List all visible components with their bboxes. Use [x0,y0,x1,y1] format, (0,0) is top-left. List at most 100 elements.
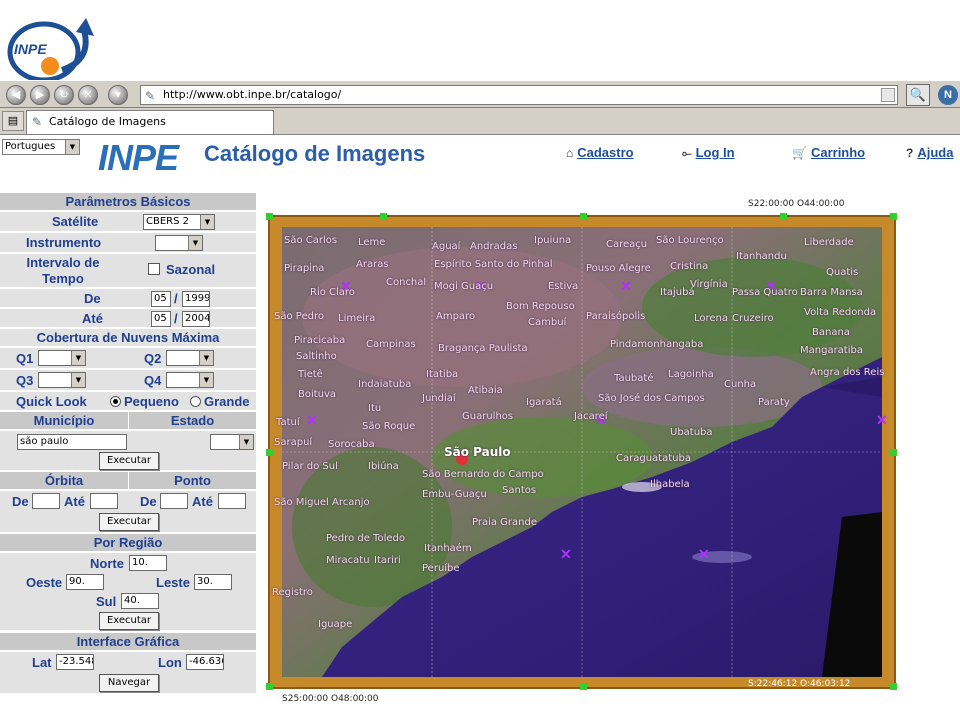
resize-handle[interactable] [266,213,273,220]
estado-select[interactable]: ▼ [210,434,254,450]
city-label: Saltinho [296,351,337,362]
address-bar[interactable]: ✎ http://www.obt.inpe.br/catalogo/ [140,85,898,105]
city-label: Registro [272,587,313,598]
regiao-execute-button[interactable]: Executar [99,612,159,630]
city-label: Conchal [386,277,427,288]
scene-marker-icon[interactable]: ✕ [698,547,710,561]
carrinho-link[interactable]: 🛒 Carrinho [792,145,865,160]
stop-icon[interactable]: ✕ [78,85,98,105]
search-icon[interactable]: 🔍 [906,84,930,106]
city-label: Barra Mansa [800,287,863,298]
resize-handle[interactable] [266,449,273,456]
municipio-input[interactable]: são paulo [17,434,127,450]
city-label: Peruíbe [422,563,460,574]
city-label: Itu [368,403,382,414]
resize-handle[interactable] [890,213,897,220]
address-dropdown[interactable] [881,88,895,102]
resize-handle[interactable] [266,683,273,690]
scene-marker-icon[interactable]: ✕ [620,279,632,293]
city-label: Angra dos Reis [810,367,885,378]
language-value: Portugues [5,141,56,152]
q2-select[interactable]: ▼ [166,350,214,366]
help-icon: ? [906,146,914,160]
resize-handle[interactable] [380,213,387,220]
city-label: Passa Quatro [732,287,798,298]
from-date-row: De 05 / 1999 [0,289,256,308]
leste-input[interactable]: 30. [194,574,232,590]
seasonal-checkbox[interactable] [148,263,160,275]
resize-handle[interactable] [780,213,787,220]
orbita-to-input[interactable] [90,493,118,509]
ponto-from-input[interactable] [160,493,188,509]
chevron-down-icon: ▼ [71,351,85,365]
resize-handle[interactable] [890,449,897,456]
back-icon[interactable]: ◀ [6,85,26,105]
slide: INPE ◀ ▶ ↻ ✕ ▾ ✎ http://www.obt.inpe.br/… [0,0,960,720]
orbita-from-input[interactable] [32,493,60,509]
city-label: Estiva [548,281,579,292]
orbita-header: Órbita [0,472,128,490]
city-label: Jacareí [574,411,608,422]
quicklook-large-radio[interactable] [190,396,201,407]
satellite-select[interactable]: CBERS 2 ▼ [143,214,215,230]
home-icon[interactable]: ▾ [108,85,128,105]
norte-input[interactable]: 10. [129,555,167,571]
from-year-input[interactable]: 1999 [182,291,210,307]
city-label: Liberdade [804,237,854,248]
from-month-input[interactable]: 05 [151,291,171,307]
grafica-block: Lat -23.548 Lon -46.636 Navegar [0,652,256,694]
oeste-input[interactable]: 90. [66,574,104,590]
municipio-row: são paulo ▼ Executar [0,431,256,471]
orbita-execute-button[interactable]: Executar [99,513,159,531]
page-icon: ✎ [145,89,156,103]
sidebar-toggle-icon[interactable]: ▤ [2,111,24,131]
q1-label: Q1 [16,351,34,366]
lon-label: Lon [158,655,182,670]
city-label: Rio Claro [310,287,355,298]
cadastro-link[interactable]: ⌂ Cadastro [566,145,634,160]
to-month-input[interactable]: 05 [151,311,171,327]
login-link[interactable]: ⟜ Log In [682,145,735,161]
scene-marker-icon[interactable]: ✕ [876,413,888,427]
to-year-input[interactable]: 2004 [182,311,210,327]
resize-handle[interactable] [580,213,587,220]
regiao-header: Por Região [0,534,256,552]
city-label: São Pedro [274,311,324,322]
scene-marker-icon[interactable]: ✕ [306,413,318,427]
city-label: Mogi Guaçu [434,281,494,292]
language-select[interactable]: Portugues ▼ [2,139,80,155]
ponto-to-input[interactable] [218,493,246,509]
city-label: Sorocaba [328,439,375,450]
lat-input[interactable]: -23.548 [56,654,94,670]
navegar-button[interactable]: Navegar [99,674,159,692]
lon-input[interactable]: -46.636 [186,654,224,670]
norte-label: Norte [90,556,124,571]
reload-icon[interactable]: ↻ [54,85,74,105]
city-label: Amparo [436,311,476,322]
cloud-coverage-header: Cobertura de Nuvens Máxima [0,329,256,347]
q4-select[interactable]: ▼ [166,372,214,388]
sul-input[interactable]: 40. [121,593,159,609]
city-label: Itanhandu [736,251,787,262]
forward-icon[interactable]: ▶ [30,85,50,105]
q3-select[interactable]: ▼ [38,372,86,388]
city-label: Igaratá [526,397,562,408]
city-label: Embu-Guaçu [422,489,487,500]
instrument-select[interactable]: ▼ [155,235,203,251]
city-label: Ibiúna [368,461,399,472]
municipio-execute-button[interactable]: Executar [99,452,159,470]
map-top-coordinate: S22:00:00 O44:00:00 [748,199,845,209]
cloud-row-2: Q3 ▼ Q4 ▼ [0,370,256,391]
city-label: Tatuí [276,417,300,428]
home-icon: ⌂ [566,146,574,160]
tab-catalogo[interactable]: ✎ Catálogo de Imagens [26,110,274,134]
quicklook-small-label: Pequeno [124,394,179,409]
resize-handle[interactable] [890,683,897,690]
q1-select[interactable]: ▼ [38,350,86,366]
tab-title: Catálogo de Imagens [49,115,166,128]
scene-marker-icon[interactable]: ✕ [560,547,572,561]
map-viewer[interactable]: ✕ ✕ ✕ ✕ ✕ ✕ ✕ ✕ ✕ São Carlos Leme Aguaí … [266,213,897,690]
ajuda-link[interactable]: ? Ajuda [906,145,953,160]
resize-handle[interactable] [580,683,587,690]
quicklook-small-radio[interactable] [110,396,121,407]
